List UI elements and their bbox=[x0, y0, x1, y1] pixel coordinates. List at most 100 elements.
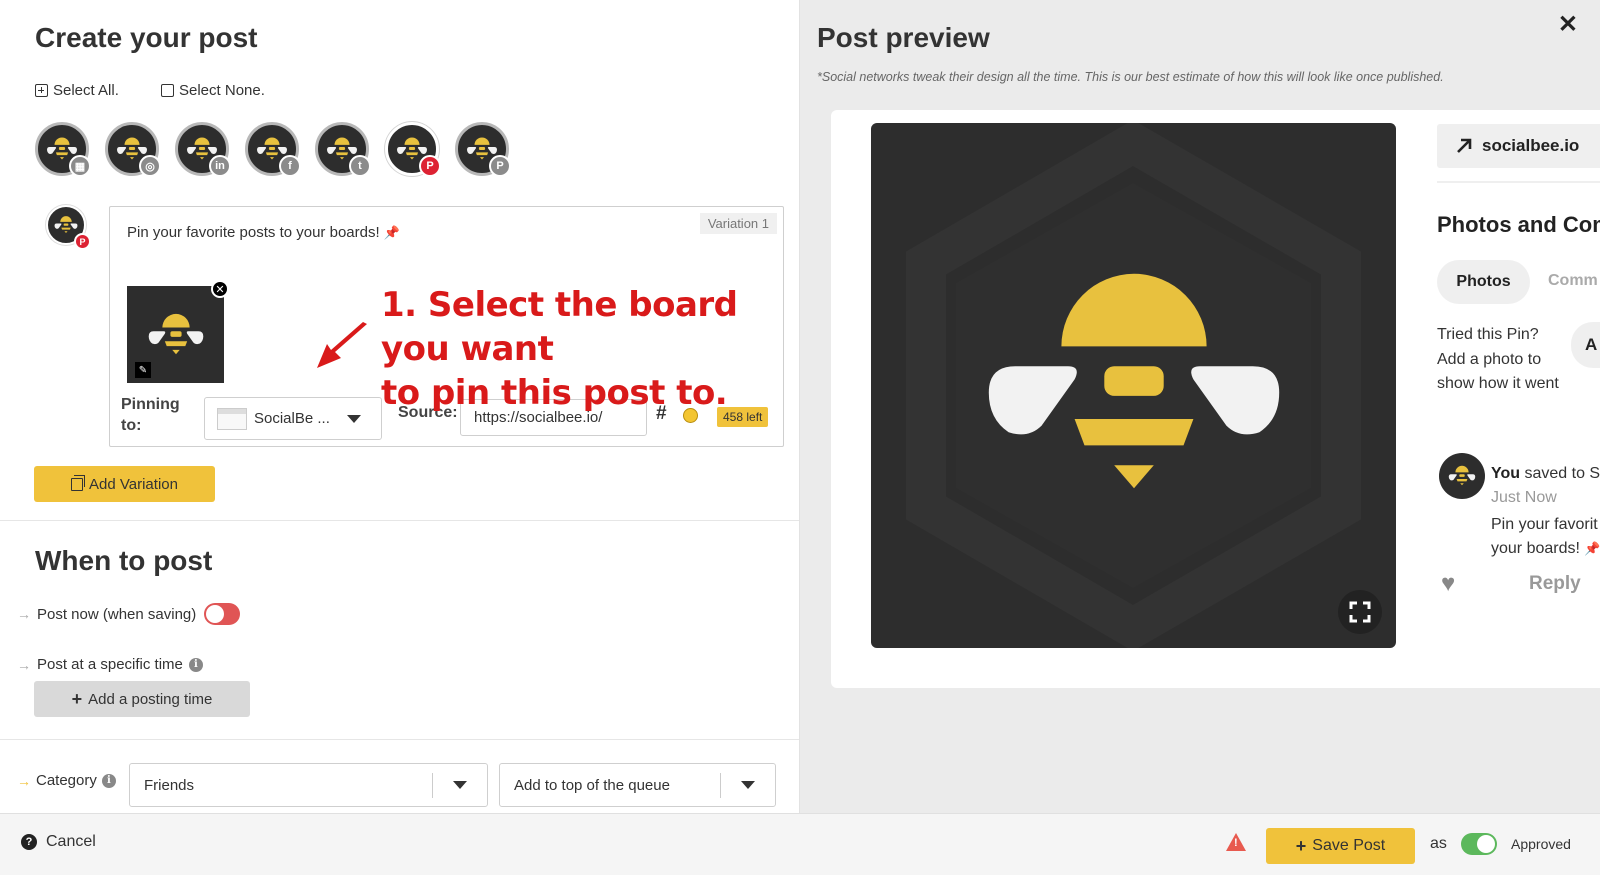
account-avatar-linkedin[interactable]: in bbox=[175, 122, 231, 177]
board-select[interactable]: SocialBe ... bbox=[204, 397, 382, 440]
page-title: Create your post bbox=[35, 22, 258, 53]
tab-comments[interactable]: Comm bbox=[1548, 272, 1598, 290]
edit-image-pencil-icon[interactable]: ✎ bbox=[135, 362, 151, 378]
annotation-line-2: to pin this post to. bbox=[381, 373, 728, 413]
add-variation-button[interactable]: Add Variation bbox=[34, 466, 215, 502]
pinterest-preview-card: socialbee.io Photos and Com Photos Comm … bbox=[831, 110, 1600, 688]
as-label: as bbox=[1430, 835, 1447, 852]
pin-image bbox=[871, 123, 1396, 648]
saved-to-label: saved to S bbox=[1524, 465, 1600, 482]
add-variation-label: Add Variation bbox=[89, 475, 178, 493]
pinterest-icon: P bbox=[489, 155, 511, 177]
board-name: SocialBe ... bbox=[254, 410, 330, 427]
warning-icon[interactable]: ! bbox=[1226, 833, 1246, 851]
question-circle-icon: ? bbox=[21, 834, 37, 850]
chevron-down-icon bbox=[433, 764, 487, 806]
photos-heading: Photos and Com bbox=[1437, 212, 1600, 237]
create-post-panel: Create your post Select All. Select None… bbox=[0, 0, 800, 813]
account-selector: ▦ ◎ in f t P P bbox=[35, 122, 511, 177]
heart-icon[interactable]: ♥ bbox=[1441, 570, 1455, 598]
select-none-button[interactable]: Select None. bbox=[161, 82, 265, 99]
pinterest-badge-icon: P bbox=[74, 233, 91, 250]
remove-image-close-icon[interactable]: ✕ bbox=[211, 280, 229, 298]
arrow-right-icon: → bbox=[17, 772, 31, 789]
account-avatar-google-business[interactable]: ▦ bbox=[35, 122, 91, 177]
cancel-label: Cancel bbox=[46, 833, 96, 850]
comment-line-2: your boards! 📌 bbox=[1491, 540, 1600, 557]
pushpin-icon: 📌 bbox=[383, 225, 400, 240]
reply-button[interactable]: Reply bbox=[1529, 573, 1581, 595]
add-posting-time-button[interactable]: + Add a posting time bbox=[34, 681, 250, 717]
google-business-icon: ▦ bbox=[69, 155, 91, 177]
post-preview-panel: ✕ Post preview *Social networks tweak th… bbox=[800, 0, 1600, 813]
post-text[interactable]: Pin your favorite posts to your boards! … bbox=[127, 224, 400, 241]
tutorial-annotation: 1. Select the board you want to pin this… bbox=[381, 283, 799, 415]
post-specific-time-option: → Post at a specific time i bbox=[17, 656, 203, 673]
pinterest-icon: P bbox=[419, 155, 441, 177]
approval-toggle[interactable] bbox=[1461, 833, 1497, 855]
comment-text: Pin your favorit your boards! 📌 bbox=[1491, 513, 1600, 561]
variation-label: Variation 1 bbox=[699, 213, 777, 234]
add-time-label: Add a posting time bbox=[88, 690, 213, 708]
post-now-toggle[interactable] bbox=[204, 603, 241, 625]
section-divider bbox=[0, 520, 799, 521]
category-label-text: Category bbox=[36, 772, 97, 789]
comment-time: Just Now bbox=[1491, 489, 1557, 506]
preview-title: Post preview bbox=[817, 22, 990, 53]
site-name: socialbee.io bbox=[1482, 136, 1580, 155]
bee-logo-icon bbox=[54, 216, 78, 234]
comment-line-1: Pin your favorit bbox=[1491, 516, 1598, 533]
expand-icon[interactable] bbox=[1338, 590, 1382, 634]
select-all-button[interactable]: Select All. bbox=[35, 82, 119, 99]
save-post-label: Save Post bbox=[1312, 837, 1386, 854]
plus-square-icon bbox=[35, 84, 48, 97]
account-avatar-facebook[interactable]: f bbox=[245, 122, 301, 177]
cancel-button[interactable]: ? Cancel bbox=[21, 833, 96, 851]
footer-bar: ? Cancel ! + Save Post as Approved bbox=[0, 813, 1600, 875]
save-post-button[interactable]: + Save Post bbox=[1266, 828, 1415, 864]
info-icon[interactable]: i bbox=[101, 773, 116, 788]
bee-logo-icon bbox=[1448, 465, 1476, 486]
tried-pin-text: Tried this Pin? Add a photo to show how … bbox=[1437, 326, 1559, 392]
arrow-right-icon: → bbox=[17, 606, 31, 622]
tab-photos[interactable]: Photos bbox=[1437, 260, 1530, 304]
post-specific-label: Post at a specific time bbox=[37, 656, 183, 673]
post-now-label: Post now (when saving) bbox=[37, 605, 197, 623]
comment-author: You saved to S bbox=[1491, 465, 1600, 483]
selected-account-avatar: P bbox=[46, 205, 91, 250]
you-label: You bbox=[1491, 465, 1521, 482]
arrow-right-icon: → bbox=[17, 656, 31, 673]
pinning-to-label: Pinning to: bbox=[121, 396, 180, 434]
copy-icon bbox=[71, 474, 86, 491]
preview-disclaimer: *Social networks tweak their design all … bbox=[817, 70, 1444, 84]
add-photo-button[interactable]: A bbox=[1571, 322, 1600, 368]
queue-value: Add to top of the queue bbox=[514, 776, 670, 794]
linkedin-icon: in bbox=[209, 155, 231, 177]
divider bbox=[1437, 181, 1600, 183]
approval-status: Approved bbox=[1511, 836, 1571, 852]
close-icon[interactable]: ✕ bbox=[1558, 10, 1578, 39]
empty-square-icon bbox=[161, 84, 174, 97]
facebook-icon: f bbox=[279, 155, 301, 177]
select-none-label: Select None. bbox=[179, 82, 265, 99]
category-select[interactable]: Friends bbox=[129, 763, 488, 807]
category-value: Friends bbox=[144, 776, 195, 794]
plus-icon: + bbox=[71, 688, 83, 709]
plus-icon: + bbox=[1295, 835, 1307, 856]
bee-logo-icon bbox=[988, 273, 1279, 488]
board-thumbnail bbox=[217, 407, 247, 430]
queue-position-select[interactable]: Add to top of the queue bbox=[499, 763, 776, 807]
visit-site-button[interactable]: socialbee.io bbox=[1437, 124, 1600, 168]
chevron-down-icon bbox=[326, 398, 381, 439]
bee-logo-icon bbox=[148, 313, 203, 354]
twitter-icon: t bbox=[349, 155, 371, 177]
account-avatar-twitter[interactable]: t bbox=[315, 122, 371, 177]
account-avatar-instagram[interactable]: ◎ bbox=[105, 122, 161, 177]
info-icon[interactable]: i bbox=[188, 657, 203, 672]
chevron-down-icon bbox=[721, 764, 775, 806]
instagram-icon: ◎ bbox=[139, 155, 161, 177]
account-avatar-pinterest[interactable]: P bbox=[455, 122, 511, 177]
account-avatar-pinterest[interactable]: P bbox=[385, 122, 441, 177]
post-now-option: → Post now (when saving) bbox=[17, 603, 241, 625]
pushpin-icon: 📌 bbox=[1584, 541, 1600, 556]
